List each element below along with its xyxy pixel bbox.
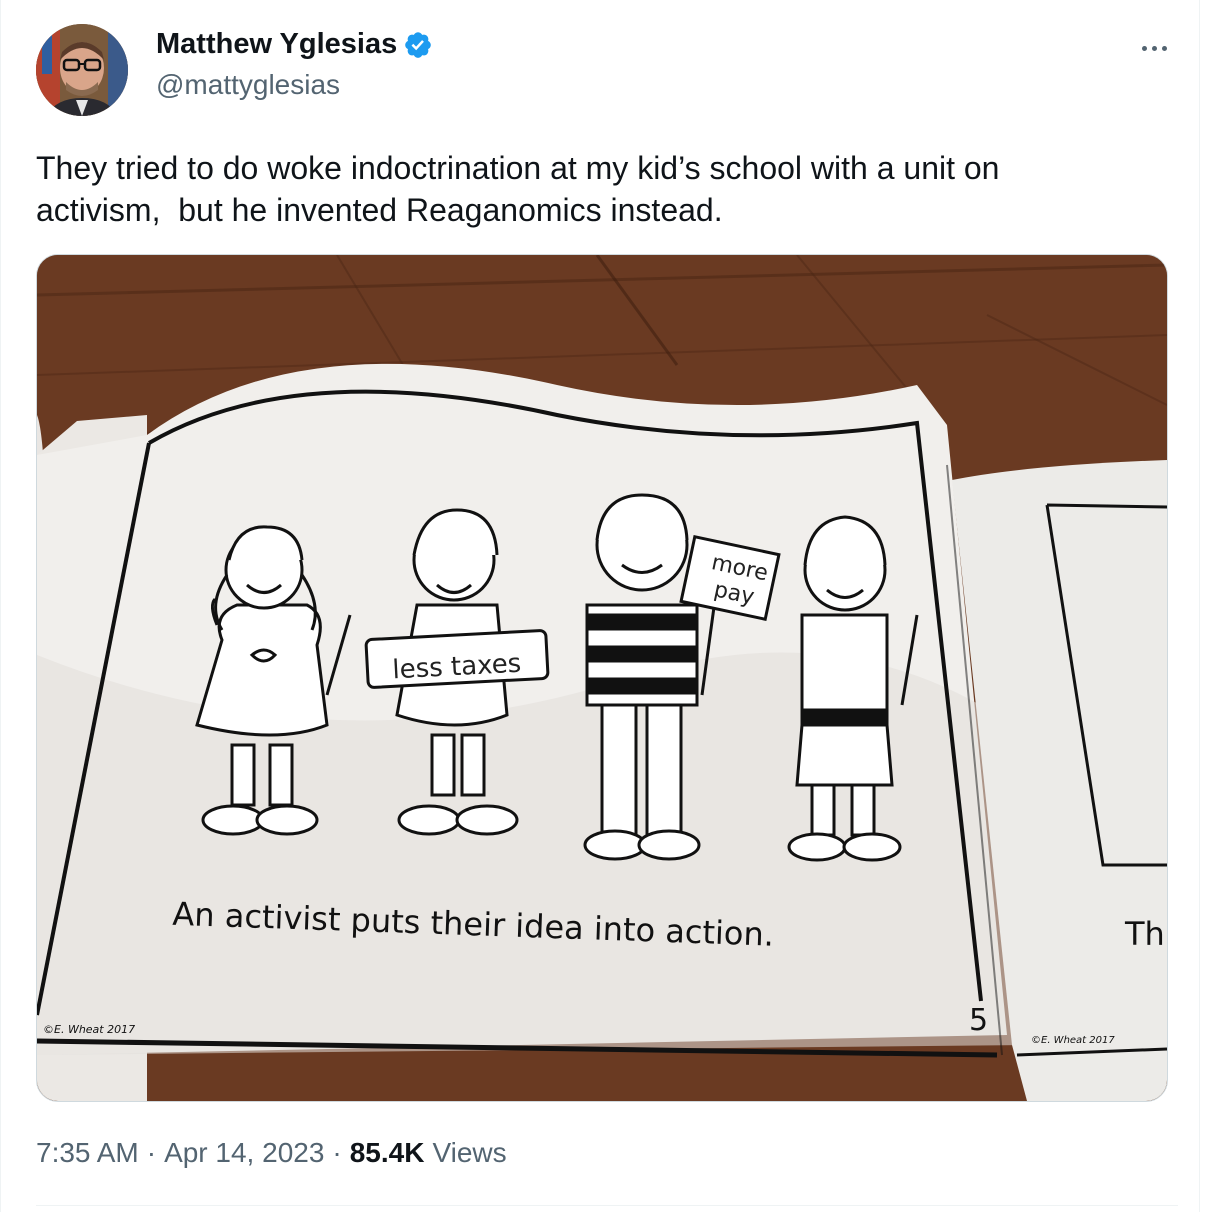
- more-dot-icon: [1161, 45, 1167, 51]
- tweet-meta: 7:35 AM · Apr 14, 2023 · 85.4K Views: [36, 1137, 507, 1169]
- views-count: 85.4K: [349, 1137, 425, 1168]
- profile-photo-icon: [36, 24, 128, 116]
- author-display-name[interactable]: Matthew Yglesias: [156, 28, 397, 61]
- tweet-date[interactable]: Apr 14, 2023: [164, 1137, 324, 1169]
- next-page-text: Th: [1124, 915, 1165, 953]
- meta-separator: ·: [332, 1137, 342, 1168]
- tweet-photo[interactable]: less taxes more pay An activist puts the…: [36, 254, 1168, 1102]
- frame-left-border: [0, 0, 1, 1212]
- tweet-text: They tried to do woke indoctrination at …: [36, 150, 1000, 228]
- author-info: Matthew Yglesias @mattyglesias: [156, 28, 433, 101]
- frame-right-border: [1199, 0, 1200, 1212]
- author-handle[interactable]: @mattyglesias: [156, 69, 433, 101]
- tweet-time[interactable]: 7:35 AM: [36, 1137, 139, 1169]
- verified-badge-icon: [403, 30, 433, 60]
- worksheet-photo: less taxes more pay An activist puts the…: [37, 255, 1167, 1101]
- worksheet-page-number: 5: [969, 1003, 988, 1038]
- copyright-left: ©E. Wheat 2017: [43, 1023, 135, 1036]
- bottom-divider: [36, 1205, 1178, 1206]
- views-label: Views: [432, 1137, 507, 1168]
- more-options-button[interactable]: [1132, 30, 1176, 66]
- meta-separator: ·: [146, 1137, 157, 1168]
- avatar[interactable]: [36, 24, 128, 116]
- tweet-header: Matthew Yglesias @mattyglesias: [36, 24, 1176, 120]
- more-dot-icon: [1151, 45, 1157, 51]
- more-dot-icon: [1141, 45, 1147, 51]
- name-row: Matthew Yglesias: [156, 28, 433, 61]
- copyright-right: ©E. Wheat 2017: [1031, 1035, 1115, 1046]
